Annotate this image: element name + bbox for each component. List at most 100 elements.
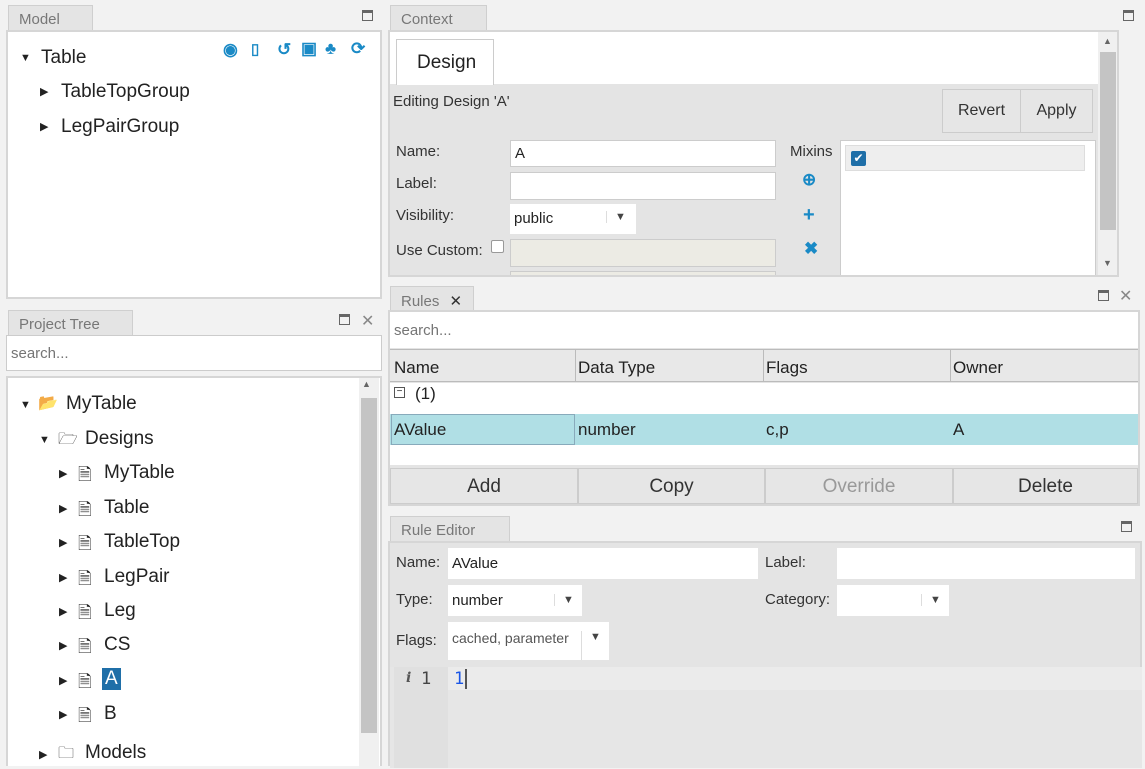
maximize-icon[interactable]	[1098, 290, 1109, 301]
maximize-icon[interactable]	[339, 314, 350, 325]
file-icon: 🗎	[78, 706, 92, 725]
file-icon: 🗎	[78, 603, 92, 622]
tree-node[interactable]: LegPairGroup	[61, 116, 179, 138]
save-icon[interactable]: ▣	[301, 39, 317, 59]
tree-node[interactable]: CS	[104, 634, 130, 656]
info-icon: i	[406, 670, 412, 686]
tree-node[interactable]: LegPair	[104, 566, 170, 588]
close-icon[interactable]: ✕	[450, 293, 463, 310]
column-header[interactable]: Flags	[766, 358, 808, 378]
code-line[interactable]: 1	[454, 669, 468, 689]
tree-node[interactable]: B	[104, 703, 117, 725]
rule-label-input[interactable]	[837, 548, 1135, 579]
arrow-up-circle-icon[interactable]: ⊕	[802, 170, 816, 190]
caret-right-icon[interactable]: ▶	[40, 85, 48, 98]
tree-node-table[interactable]: Table	[41, 47, 86, 69]
type-select[interactable]: number ▼	[448, 585, 582, 616]
model-panel: ▼ Table ▶ TableTopGroup ▶ LegPairGroup ◉…	[6, 30, 382, 299]
tab-project-tree[interactable]: Project Tree ✕	[8, 310, 133, 351]
collapse-icon[interactable]: −	[394, 387, 405, 398]
tree-node[interactable]: Leg	[104, 600, 136, 622]
project-tree-panel: ▼ 📂 MyTable ▼ 🗁 Designs ▶ 🗎 MyTable ▶ 🗎 Tabl…	[6, 376, 382, 768]
scroll-down-icon[interactable]: ▼	[1103, 258, 1112, 268]
plus-icon[interactable]: +	[803, 204, 815, 227]
arrow-down-circle-icon[interactable]: ●	[802, 270, 812, 275]
remove-icon[interactable]: ✖	[804, 239, 818, 259]
chevron-down-icon[interactable]: ▼	[554, 594, 582, 606]
column-header[interactable]: Name	[394, 358, 439, 378]
copy-button[interactable]: Copy	[578, 468, 765, 504]
flags-select[interactable]: cached, parameter ▼	[448, 622, 609, 660]
caret-right-icon[interactable]: ▶	[59, 467, 67, 480]
scroll-up-icon[interactable]: ▲	[1103, 36, 1112, 46]
caret-right-icon[interactable]: ▶	[40, 120, 48, 133]
tree-node[interactable]: Designs	[85, 428, 154, 450]
scrollbar-thumb[interactable]	[1100, 52, 1116, 230]
column-header[interactable]: Owner	[953, 358, 1003, 378]
category-select[interactable]: ▼	[837, 585, 949, 616]
mixin-item[interactable]: ✔	[845, 145, 1085, 171]
checkbox-checked-icon[interactable]: ✔	[851, 151, 866, 166]
refresh-icon[interactable]: ⟳	[351, 39, 365, 59]
name-input[interactable]: A	[510, 140, 776, 167]
caret-right-icon[interactable]: ▶	[59, 708, 67, 721]
column-header[interactable]: Data Type	[578, 358, 655, 378]
delete-button[interactable]: Delete	[953, 468, 1138, 504]
history-icon[interactable]: ↺	[277, 40, 291, 60]
close-icon[interactable]: ✕	[1119, 286, 1132, 306]
caret-right-icon[interactable]: ▶	[59, 571, 67, 584]
tab-rules[interactable]: Rules ✕	[390, 286, 474, 311]
rules-search-input[interactable]	[390, 312, 1138, 348]
apply-button[interactable]: Apply	[1020, 89, 1093, 133]
scrollbar-thumb[interactable]	[361, 398, 377, 733]
tab-context[interactable]: Context	[390, 5, 487, 31]
caret-right-icon[interactable]: ▶	[59, 502, 67, 515]
user-circle-icon[interactable]: ◉	[223, 40, 238, 60]
revert-button[interactable]: Revert	[942, 89, 1021, 133]
caret-right-icon[interactable]: ▶	[59, 536, 67, 549]
cell-flags: c,p	[766, 420, 789, 439]
caret-down-icon[interactable]: ▼	[20, 52, 31, 64]
tab-rule-editor[interactable]: Rule Editor	[390, 516, 510, 542]
add-button[interactable]: Add	[390, 468, 578, 504]
tree-node[interactable]: MyTable	[104, 462, 175, 484]
chevron-down-icon[interactable]: ▼	[606, 211, 634, 223]
scrollbar[interactable]: ▲	[359, 378, 379, 768]
caret-down-icon[interactable]: ▼	[39, 434, 50, 446]
code-file-icon[interactable]: ▯	[251, 40, 259, 58]
tree-node[interactable]: TableTop	[104, 531, 180, 553]
rule-name-input[interactable]: AValue	[448, 548, 758, 579]
tree-node-selected[interactable]: A	[102, 668, 121, 690]
chevron-down-icon[interactable]: ▼	[921, 594, 949, 606]
caret-down-icon[interactable]: ▼	[20, 399, 31, 411]
sitemap-icon[interactable]: ♣	[325, 39, 336, 59]
table-row[interactable]: AValue number c,p A	[390, 414, 1138, 445]
tree-node[interactable]: TableTopGroup	[61, 81, 190, 103]
caret-right-icon[interactable]: ▶	[59, 674, 67, 687]
chevron-down-icon[interactable]: ▼	[581, 631, 609, 660]
tree-node[interactable]: Table	[104, 497, 149, 519]
scrollbar[interactable]: ▲ ▼	[1098, 32, 1117, 275]
caret-right-icon[interactable]: ▶	[59, 639, 67, 652]
use-custom-checkbox[interactable]	[491, 240, 504, 253]
label-label: Label:	[765, 554, 806, 571]
tab-label: Design	[417, 52, 477, 73]
label-input[interactable]	[510, 172, 776, 200]
tree-node[interactable]: Models	[85, 742, 146, 764]
scroll-up-icon[interactable]: ▲	[362, 379, 371, 389]
caret-right-icon[interactable]: ▶	[39, 748, 47, 761]
maximize-icon[interactable]	[1123, 10, 1134, 21]
code-editor[interactable]: i 1 1	[390, 667, 1142, 768]
caret-right-icon[interactable]: ▶	[59, 605, 67, 618]
project-search-input[interactable]	[6, 335, 382, 371]
tree-node[interactable]: MyTable	[66, 393, 137, 415]
flags-label: Flags:	[396, 632, 437, 649]
visibility-label: Visibility:	[396, 207, 455, 224]
maximize-icon[interactable]	[1121, 521, 1132, 532]
editing-title: Editing Design 'A'	[393, 93, 510, 110]
maximize-icon[interactable]	[362, 10, 373, 21]
tab-design[interactable]: Design	[396, 39, 494, 85]
visibility-select[interactable]: public ▼	[510, 204, 636, 234]
close-icon[interactable]: ✕	[361, 311, 374, 331]
tab-model[interactable]: Model	[8, 5, 93, 31]
